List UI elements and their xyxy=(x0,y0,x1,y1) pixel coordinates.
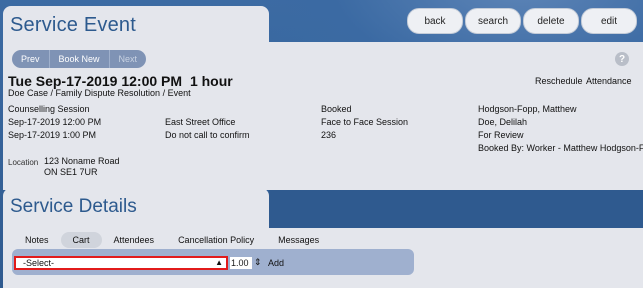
service-details-title: Service Details xyxy=(10,196,137,217)
next-button[interactable]: Next xyxy=(110,50,147,68)
client-name: Doe, Delilah xyxy=(478,117,528,127)
quantity-input[interactable]: 1.00 xyxy=(230,257,252,269)
section-gap xyxy=(269,190,643,228)
help-icon[interactable]: ? xyxy=(615,52,629,66)
edit-button[interactable]: edit xyxy=(581,8,637,34)
event-subtitle: Doe Case / Family Dispute Resolution / E… xyxy=(8,88,191,98)
address-line-1: 123 Noname Road xyxy=(44,156,120,166)
prev-button[interactable]: Prev xyxy=(12,50,50,68)
event-duration: 1 hour xyxy=(189,73,233,89)
select-arrows-icon: ▲︎ xyxy=(215,258,223,267)
tab-messages[interactable]: Messages xyxy=(266,232,331,248)
tab-cancellation-policy[interactable]: Cancellation Policy xyxy=(166,232,266,248)
booking-status: Booked xyxy=(321,104,352,114)
book-new-button[interactable]: Book New xyxy=(50,50,110,68)
tab-cart[interactable]: Cart xyxy=(60,232,102,248)
search-button[interactable]: search xyxy=(465,8,521,34)
back-button[interactable]: back xyxy=(407,8,463,34)
item-select-value: -Select- xyxy=(23,258,55,268)
quantity-stepper-icon[interactable]: ⇕ xyxy=(254,256,262,268)
attendance-link[interactable]: Attendance xyxy=(586,76,632,86)
room-number: 236 xyxy=(321,130,337,140)
header-tab: Service Event xyxy=(3,6,269,42)
session-type: Counselling Session xyxy=(8,104,90,114)
confirm-preference: Do not call to confirm xyxy=(165,130,250,140)
item-select[interactable]: -Select- ▲︎ xyxy=(14,256,228,270)
location-label: Location xyxy=(8,158,39,167)
worker-name: Hodgson-Fopp, Matthew xyxy=(478,104,577,114)
record-nav: Prev Book New Next xyxy=(12,50,147,68)
session-mode: Face to Face Session xyxy=(321,117,409,127)
page-title: Service Event xyxy=(10,14,136,36)
start-time: Sep-17-2019 12:00 PM xyxy=(8,117,102,127)
delete-button[interactable]: delete xyxy=(523,8,579,34)
top-toolbar: back search delete edit xyxy=(407,8,637,34)
event-heading: Tue Sep-17-2019 12:00 PM 1 hour xyxy=(8,73,233,89)
event-datetime: Tue Sep-17-2019 12:00 PM xyxy=(8,73,183,89)
address-line-2: ON SE1 7UR xyxy=(44,167,98,177)
booked-by: Booked By: Worker - Matthew Hodgson-F xyxy=(478,143,643,153)
tab-attendees[interactable]: Attendees xyxy=(102,232,167,248)
office-location: East Street Office xyxy=(165,117,236,127)
end-time: Sep-17-2019 1:00 PM xyxy=(8,130,97,140)
details-tabs: Notes Cart Attendees Cancellation Policy… xyxy=(13,232,331,248)
location-address: 123 Noname Road ON SE1 7UR xyxy=(44,156,120,178)
tab-notes[interactable]: Notes xyxy=(13,232,61,248)
review-status: For Review xyxy=(478,130,524,140)
reschedule-link[interactable]: Reschedule xyxy=(535,76,583,86)
add-button[interactable]: Add xyxy=(268,258,284,268)
